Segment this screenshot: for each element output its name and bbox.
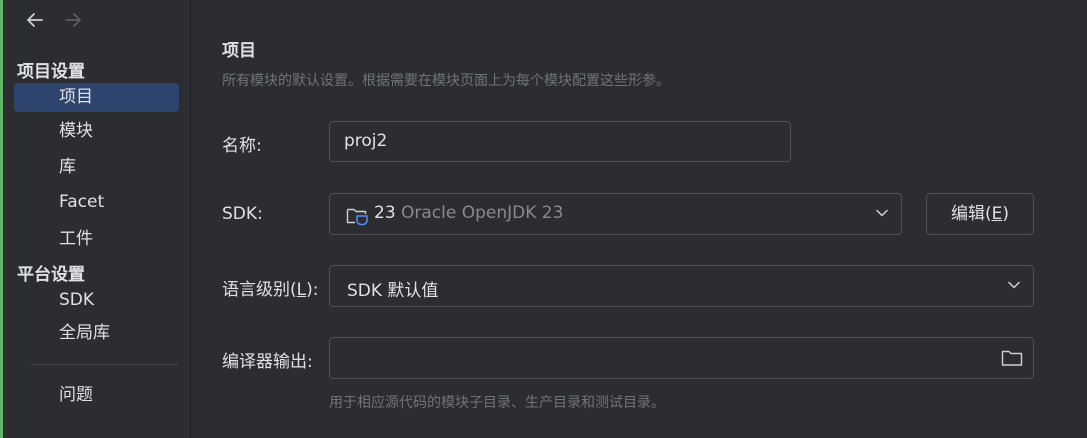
project-settings-header: 项目设置 xyxy=(17,62,85,82)
sidebar-item-artifacts[interactable]: 工件 xyxy=(14,225,179,254)
language-level-label-prefix: 语言级别( xyxy=(222,280,297,300)
language-level-label-suffix: ): xyxy=(306,280,319,300)
folder-browse-icon[interactable] xyxy=(1001,348,1023,372)
sidebar-item-sdk[interactable]: SDK xyxy=(14,286,179,315)
chevron-down-icon xyxy=(875,205,889,224)
sdk-name: Oracle OpenJDK 23 xyxy=(401,203,564,223)
sidebar-item-libraries[interactable]: 库 xyxy=(14,153,179,182)
sdk-label: SDK: xyxy=(222,204,263,224)
compiler-output-hint: 用于相应源代码的模块子目录、生产目录和测试目录。 xyxy=(329,395,665,411)
sidebar-item-modules[interactable]: 模块 xyxy=(14,117,179,146)
language-level-dropdown[interactable]: SDK 默认值 xyxy=(329,265,1034,307)
page-title: 项目 xyxy=(222,41,256,61)
sidebar-item-global-libraries[interactable]: 全局库 xyxy=(14,319,179,348)
sdk-version: 23 xyxy=(374,203,396,223)
sidebar: 项目设置 项目 模块 库 Facet 工件 平台设置 SDK 全局库 问题 xyxy=(3,0,191,438)
compiler-output-field[interactable] xyxy=(329,337,1034,379)
sdk-edit-button[interactable]: 编辑(E) xyxy=(926,193,1034,235)
sidebar-divider xyxy=(31,364,178,365)
sidebar-item-project[interactable]: 项目 xyxy=(14,83,179,112)
compiler-output-label: 编译器输出: xyxy=(222,352,313,372)
chevron-down-icon xyxy=(1007,277,1021,296)
page-subtitle: 所有模块的默认设置。根据需要在模块页面上为每个模块配置这些形参。 xyxy=(222,73,670,89)
navigation-arrows xyxy=(23,8,85,32)
sdk-edit-button-suffix: ) xyxy=(1002,204,1010,224)
sidebar-item-facets[interactable]: Facet xyxy=(14,188,179,217)
main-panel: 项目 所有模块的默认设置。根据需要在模块页面上为每个模块配置这些形参。 名称: … xyxy=(192,0,1087,438)
name-label: 名称: xyxy=(222,136,262,156)
name-value: proj2 xyxy=(344,131,388,151)
folder-java-icon xyxy=(346,205,370,231)
language-level-value: SDK 默认值 xyxy=(347,281,439,301)
arrow-right-icon xyxy=(65,13,81,27)
back-button[interactable] xyxy=(23,8,47,32)
sdk-edit-button-prefix: 编辑( xyxy=(950,204,992,224)
project-structure-dialog: 项目设置 项目 模块 库 Facet 工件 平台设置 SDK 全局库 问题 项目… xyxy=(0,0,1087,438)
sdk-dropdown[interactable]: 23 Oracle OpenJDK 23 xyxy=(329,193,902,235)
arrow-left-icon xyxy=(27,13,43,27)
forward-button[interactable] xyxy=(61,8,85,32)
name-field[interactable]: proj2 xyxy=(329,121,791,162)
platform-settings-header: 平台设置 xyxy=(17,265,85,285)
sidebar-item-problems[interactable]: 问题 xyxy=(14,381,179,410)
language-level-label: 语言级别(L): xyxy=(222,275,319,300)
sdk-edit-button-mnemonic: E xyxy=(991,204,1003,224)
language-level-label-mnemonic: L xyxy=(296,280,307,300)
